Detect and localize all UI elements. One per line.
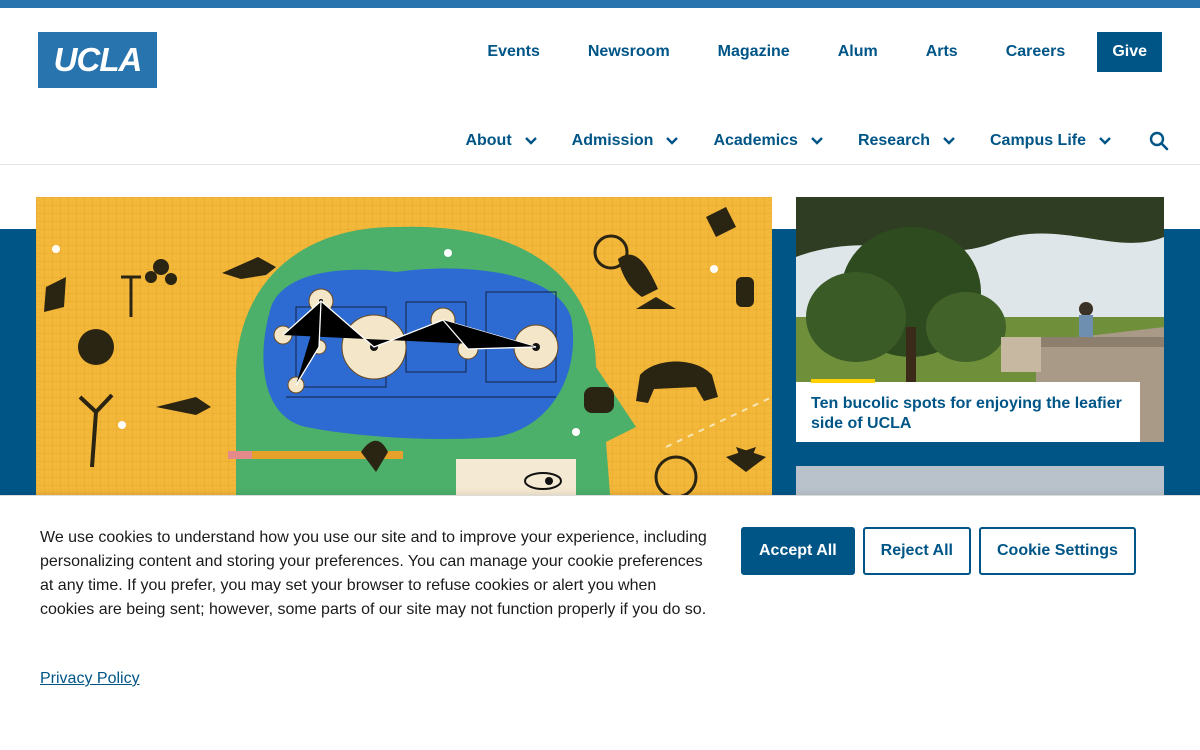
privacy-policy-link[interactable]: Privacy Policy	[40, 670, 140, 688]
utility-nav: Events Newsroom Magazine Alum Arts Caree…	[439, 32, 1162, 72]
util-link-alum[interactable]: Alum	[838, 43, 878, 61]
nav-item-label: Campus Life	[989, 132, 1086, 149]
ucla-logo[interactable]: UCLA	[38, 32, 157, 88]
nav-item-label: Academics	[713, 132, 798, 149]
cookie-message: We use cookies to understand how you use…	[40, 529, 707, 618]
top-accent-bar	[0, 0, 1200, 8]
util-link-newsroom[interactable]: Newsroom	[588, 43, 670, 61]
util-link-arts[interactable]: Arts	[926, 43, 958, 61]
nav-item-label: About	[465, 132, 512, 149]
nav-item-academics[interactable]: Academics	[713, 132, 824, 150]
chevron-down-icon	[524, 137, 537, 145]
reject-all-button[interactable]: Reject All	[862, 527, 971, 575]
nav-item-research[interactable]: Research	[858, 132, 956, 150]
cookie-settings-button[interactable]: Cookie Settings	[978, 527, 1136, 575]
chevron-down-icon	[1099, 137, 1111, 145]
featured-hero-illustration[interactable]	[36, 197, 772, 507]
logo-text: UCLA	[53, 41, 143, 78]
nav-item-about[interactable]: About	[465, 132, 537, 150]
card-title[interactable]: Ten bucolic spots for enjoying the leafi…	[811, 394, 1125, 434]
search-icon[interactable]	[1148, 130, 1170, 152]
cookie-banner: We use cookies to understand how you use…	[0, 495, 1200, 750]
featured-card[interactable]: Ten bucolic spots for enjoying the leafi…	[796, 197, 1164, 442]
nav-divider	[0, 164, 1200, 165]
nav-item-label: Admission	[571, 132, 654, 149]
give-button[interactable]: Give	[1097, 32, 1162, 72]
card-caption: Ten bucolic spots for enjoying the leafi…	[796, 379, 1140, 442]
hero-illustration-art	[36, 197, 772, 507]
chevron-down-icon	[811, 137, 823, 145]
util-link-careers[interactable]: Careers	[1006, 43, 1066, 61]
chevron-down-icon	[943, 137, 955, 145]
accept-all-button[interactable]: Accept All	[741, 527, 855, 575]
chevron-down-icon	[666, 137, 679, 145]
cookie-buttons: Accept All Reject All Cookie Settings	[741, 527, 1144, 575]
util-link-events[interactable]: Events	[487, 43, 539, 61]
nav-item-admission[interactable]: Admission	[572, 132, 680, 150]
nav-item-campus-life[interactable]: Campus Life	[990, 132, 1112, 150]
caption-accent-bar	[811, 379, 875, 383]
util-link-magazine[interactable]: Magazine	[718, 43, 790, 61]
main-nav: About Admission Academics Research Campu…	[465, 128, 1170, 154]
nav-item-label: Research	[857, 132, 930, 149]
